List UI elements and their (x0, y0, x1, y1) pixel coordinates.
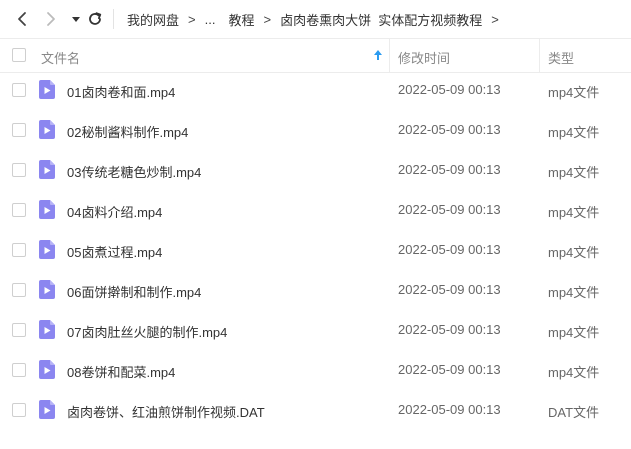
video-file-icon (39, 360, 55, 379)
table-header: 文件名 修改时间 类型 (0, 38, 631, 73)
breadcrumb-item-ellipsis[interactable]: ... (205, 12, 216, 27)
row-checkbox[interactable] (12, 123, 26, 137)
back-icon[interactable] (12, 9, 32, 29)
file-modified-time: 2022-05-09 00:13 (398, 282, 501, 297)
file-modified-time: 2022-05-09 00:13 (398, 162, 501, 177)
row-checkbox[interactable] (12, 363, 26, 377)
breadcrumb: 我的网盘 > ... 教程 > 卤肉卷熏肉大饼 实体配方视频教程 > (127, 0, 508, 38)
file-type: mp4文件 (548, 365, 600, 380)
file-type: mp4文件 (548, 165, 600, 180)
table-row[interactable]: 02秘制酱料制作.mp4 2022-05-09 00:13 mp4文件 (0, 110, 631, 150)
column-header-mtime[interactable]: 修改时间 (398, 48, 450, 67)
file-name[interactable]: 07卤肉肚丝火腿的制作.mp4 (67, 322, 227, 341)
toolbar-divider (113, 9, 114, 29)
row-checkbox[interactable] (12, 203, 26, 217)
video-file-icon (39, 160, 55, 179)
video-file-icon (39, 280, 55, 299)
select-all-checkbox[interactable] (12, 48, 26, 62)
breadcrumb-separator: > (263, 11, 272, 27)
video-file-icon (39, 320, 55, 339)
video-file-icon (39, 80, 55, 99)
table-row[interactable]: 05卤煮过程.mp4 2022-05-09 00:13 mp4文件 (0, 230, 631, 270)
file-type: mp4文件 (548, 85, 600, 100)
file-modified-time: 2022-05-09 00:13 (398, 402, 501, 417)
breadcrumb-item-current[interactable]: 卤肉卷熏肉大饼 实体配方视频教程 (280, 10, 482, 29)
file-name[interactable]: 06面饼擀制和制作.mp4 (67, 282, 201, 301)
table-row[interactable]: 卤肉卷饼、红油煎饼制作视频.DAT 2022-05-09 00:13 DAT文件 (0, 390, 631, 430)
table-row[interactable]: 07卤肉肚丝火腿的制作.mp4 2022-05-09 00:13 mp4文件 (0, 310, 631, 350)
video-file-icon (39, 400, 55, 419)
file-name[interactable]: 02秘制酱料制作.mp4 (67, 122, 188, 141)
video-file-icon (39, 120, 55, 139)
toolbar: 我的网盘 > ... 教程 > 卤肉卷熏肉大饼 实体配方视频教程 > (0, 0, 631, 38)
file-modified-time: 2022-05-09 00:13 (398, 202, 501, 217)
file-name[interactable]: 05卤煮过程.mp4 (67, 242, 162, 261)
file-name[interactable]: 04卤料介绍.mp4 (67, 202, 162, 221)
table-row[interactable]: 03传统老糖色炒制.mp4 2022-05-09 00:13 mp4文件 (0, 150, 631, 190)
table-row[interactable]: 08卷饼和配菜.mp4 2022-05-09 00:13 mp4文件 (0, 350, 631, 390)
row-checkbox[interactable] (12, 323, 26, 337)
table-row[interactable]: 06面饼擀制和制作.mp4 2022-05-09 00:13 mp4文件 (0, 270, 631, 310)
row-checkbox[interactable] (12, 163, 26, 177)
file-name[interactable]: 01卤肉卷和面.mp4 (67, 82, 175, 101)
history-dropdown-icon[interactable] (66, 9, 86, 29)
row-checkbox[interactable] (12, 83, 26, 97)
forward-icon[interactable] (40, 9, 60, 29)
file-modified-time: 2022-05-09 00:13 (398, 242, 501, 257)
column-divider[interactable] (539, 39, 540, 72)
video-file-icon (39, 200, 55, 219)
column-header-name[interactable]: 文件名 (41, 48, 80, 67)
file-type: mp4文件 (548, 205, 600, 220)
video-file-icon (39, 240, 55, 259)
refresh-icon[interactable] (85, 9, 105, 29)
row-checkbox[interactable] (12, 243, 26, 257)
breadcrumb-separator: > (491, 11, 499, 27)
breadcrumb-item-tutorials[interactable]: 教程 (228, 10, 254, 29)
row-checkbox[interactable] (12, 283, 26, 297)
sort-ascending-icon[interactable] (373, 49, 383, 64)
file-type: mp4文件 (548, 285, 600, 300)
column-divider[interactable] (389, 39, 390, 72)
breadcrumb-separator: > (188, 11, 196, 27)
column-header-type[interactable]: 类型 (548, 48, 574, 67)
breadcrumb-item-root[interactable]: 我的网盘 (127, 10, 179, 29)
table-row[interactable]: 04卤料介绍.mp4 2022-05-09 00:13 mp4文件 (0, 190, 631, 230)
row-checkbox[interactable] (12, 403, 26, 417)
file-type: DAT文件 (548, 405, 600, 420)
file-modified-time: 2022-05-09 00:13 (398, 82, 501, 97)
file-name[interactable]: 08卷饼和配菜.mp4 (67, 362, 175, 381)
file-name[interactable]: 卤肉卷饼、红油煎饼制作视频.DAT (67, 402, 265, 421)
table-row[interactable]: 01卤肉卷和面.mp4 2022-05-09 00:13 mp4文件 (0, 70, 631, 110)
file-type: mp4文件 (548, 125, 600, 140)
file-type: mp4文件 (548, 325, 600, 340)
file-modified-time: 2022-05-09 00:13 (398, 322, 501, 337)
file-modified-time: 2022-05-09 00:13 (398, 362, 501, 377)
file-modified-time: 2022-05-09 00:13 (398, 122, 501, 137)
file-name[interactable]: 03传统老糖色炒制.mp4 (67, 162, 201, 181)
file-list: 01卤肉卷和面.mp4 2022-05-09 00:13 mp4文件 02秘制酱料制作… (0, 70, 631, 430)
file-type: mp4文件 (548, 245, 600, 260)
